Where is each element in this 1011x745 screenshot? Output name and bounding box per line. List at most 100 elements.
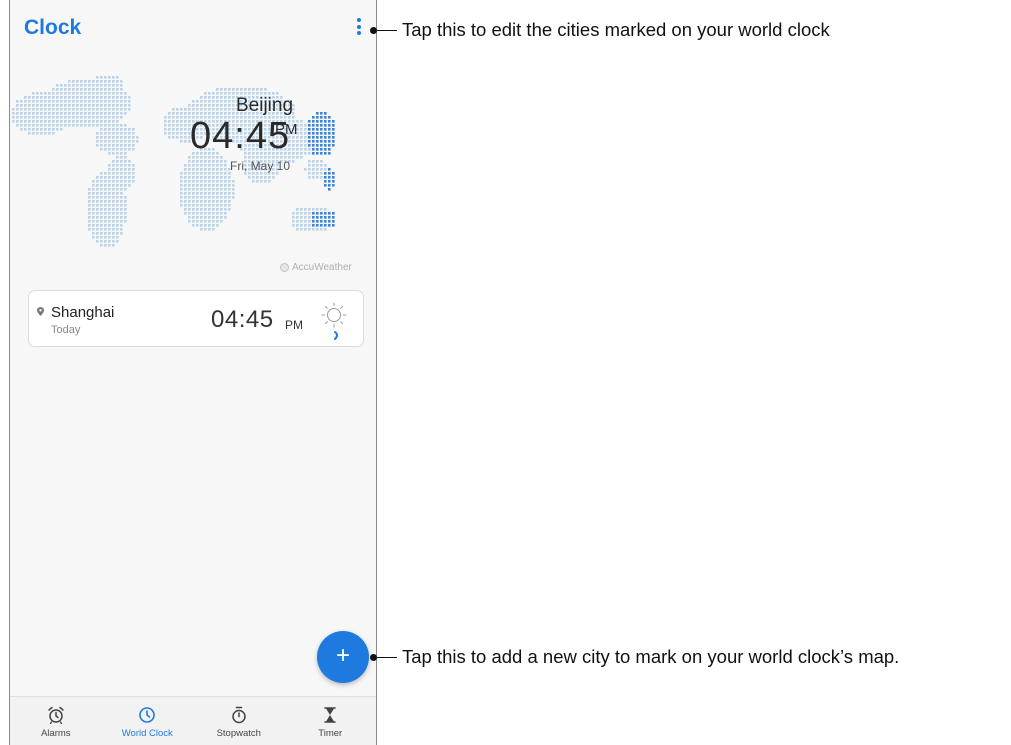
map-dot <box>64 120 67 123</box>
map-dot <box>120 172 123 175</box>
map-dot <box>88 212 91 215</box>
map-dot <box>320 148 323 151</box>
map-dot <box>224 192 227 195</box>
map-dot <box>256 88 259 91</box>
map-dot <box>116 88 119 91</box>
map-dot <box>108 104 111 107</box>
map-dot <box>212 180 215 183</box>
map-dot <box>212 176 215 179</box>
map-dot <box>88 204 91 207</box>
map-dot <box>328 132 331 135</box>
map-dot <box>204 104 207 107</box>
map-dot <box>172 132 175 135</box>
map-dot <box>192 220 195 223</box>
map-dot <box>308 120 311 123</box>
map-dot <box>116 148 119 151</box>
map-dot <box>92 88 95 91</box>
map-dot <box>48 132 51 135</box>
map-dot <box>112 188 115 191</box>
map-dot <box>200 188 203 191</box>
map-dot <box>92 224 95 227</box>
map-dot <box>52 132 55 135</box>
map-dot <box>324 216 327 219</box>
map-dot <box>124 100 127 103</box>
map-dot <box>16 116 19 119</box>
map-dot <box>108 196 111 199</box>
map-dot <box>112 200 115 203</box>
city-card-shanghai[interactable]: Shanghai Today 04:45 PM <box>28 290 364 347</box>
map-dot <box>132 168 135 171</box>
map-dot <box>232 88 235 91</box>
map-dot <box>112 100 115 103</box>
map-dot <box>196 200 199 203</box>
map-dot <box>100 200 103 203</box>
map-dot <box>100 172 103 175</box>
nav-item-timer[interactable]: Timer <box>285 697 377 745</box>
map-dot <box>132 148 135 151</box>
map-dot <box>116 100 119 103</box>
map-dot <box>116 112 119 115</box>
map-dot <box>200 176 203 179</box>
map-dot <box>108 228 111 231</box>
map-dot <box>108 204 111 207</box>
map-dot <box>212 204 215 207</box>
map-dot <box>76 108 79 111</box>
map-dot <box>220 188 223 191</box>
map-dot <box>24 112 27 115</box>
map-dot <box>308 160 311 163</box>
map-dot <box>164 124 167 127</box>
map-dot <box>44 116 47 119</box>
map-dot <box>116 212 119 215</box>
map-dot <box>324 212 327 215</box>
map-dot <box>120 92 123 95</box>
map-dot <box>292 224 295 227</box>
map-dot <box>120 200 123 203</box>
map-dot <box>68 96 71 99</box>
map-dot <box>100 120 103 123</box>
map-dot <box>228 196 231 199</box>
map-dot <box>112 208 115 211</box>
map-dot <box>76 112 79 115</box>
nav-item-stopwatch[interactable]: Stopwatch <box>193 697 285 745</box>
map-dot <box>12 112 15 115</box>
map-dot <box>124 216 127 219</box>
map-dot <box>236 88 239 91</box>
map-dot <box>296 208 299 211</box>
map-dot <box>188 208 191 211</box>
map-dot <box>112 212 115 215</box>
map-dot <box>220 220 223 223</box>
map-dot <box>300 148 303 151</box>
map-dot <box>220 176 223 179</box>
map-dot <box>188 192 191 195</box>
map-dot <box>120 80 123 83</box>
map-dot <box>28 128 31 131</box>
map-dot <box>228 176 231 179</box>
map-dot <box>116 220 119 223</box>
map-dot <box>68 88 71 91</box>
map-dot <box>260 180 263 183</box>
map-dot <box>100 180 103 183</box>
map-dot <box>196 208 199 211</box>
map-dot <box>100 108 103 111</box>
map-dot <box>204 188 207 191</box>
map-dot <box>204 228 207 231</box>
map-dot <box>100 208 103 211</box>
map-dot <box>316 152 319 155</box>
map-dot <box>112 128 115 131</box>
map-dot <box>28 100 31 103</box>
map-dot <box>200 164 203 167</box>
map-dot <box>96 216 99 219</box>
map-dot <box>188 212 191 215</box>
map-dot <box>320 220 323 223</box>
map-dot <box>104 116 107 119</box>
map-dot <box>176 108 179 111</box>
more-options-button[interactable] <box>352 18 366 35</box>
map-dot <box>28 124 31 127</box>
map-dot <box>300 120 303 123</box>
map-dot <box>112 216 115 219</box>
map-dot <box>212 172 215 175</box>
map-dot <box>120 208 123 211</box>
add-city-button[interactable]: + <box>317 631 369 683</box>
nav-item-world-clock[interactable]: World Clock <box>102 697 194 745</box>
nav-item-alarms[interactable]: Alarms <box>10 697 102 745</box>
